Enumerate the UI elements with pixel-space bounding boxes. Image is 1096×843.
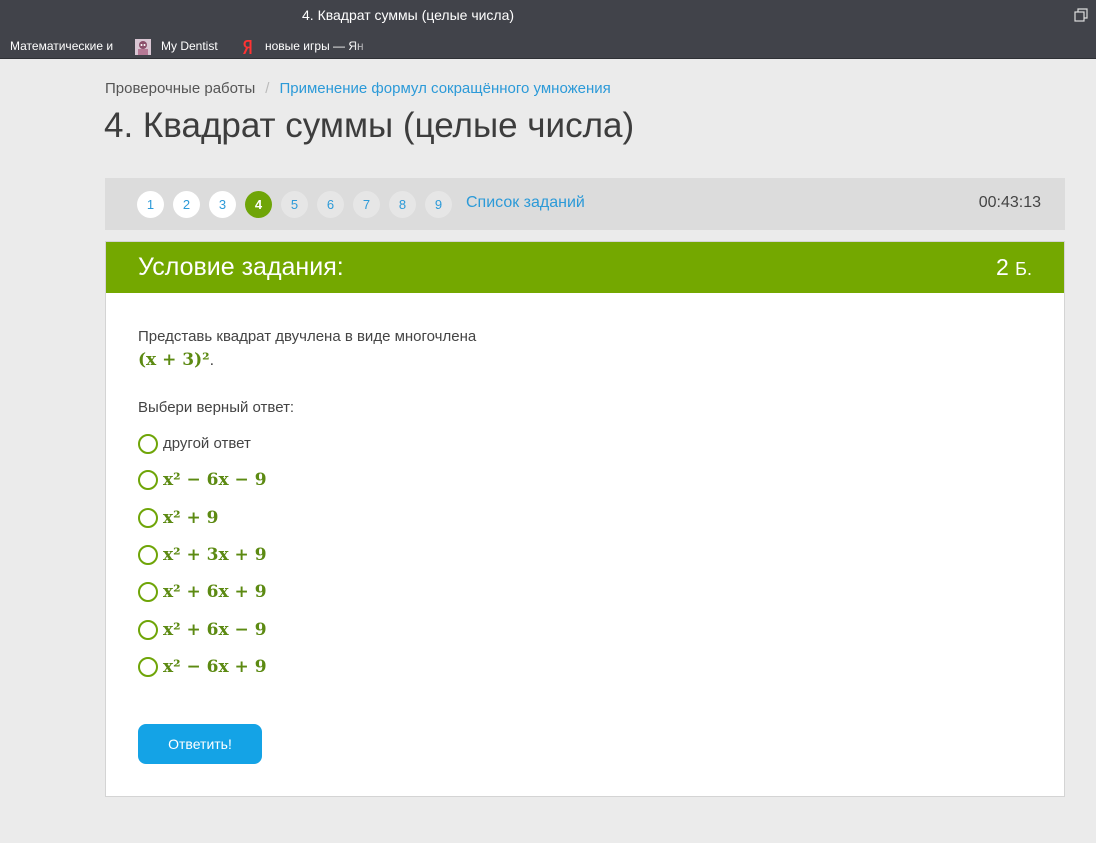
breadcrumb-separator: / xyxy=(265,80,270,97)
restore-window-icon[interactable] xyxy=(1074,8,1088,22)
option-label: x² − 6x + 9 xyxy=(163,657,267,677)
task-pill-1[interactable]: 1 xyxy=(137,191,164,218)
task-pill-4-active[interactable]: 4 xyxy=(245,191,272,218)
option-label: x² + 6x − 9 xyxy=(163,620,267,640)
bookmark-my-dentist[interactable]: My Dentist xyxy=(161,39,218,53)
window-titlebar: 4. Квадрат суммы (целые числа) xyxy=(0,0,1096,32)
radio-button[interactable] xyxy=(138,470,158,490)
points-unit: Б. xyxy=(1015,259,1032,279)
task-pill-9[interactable]: 9 xyxy=(425,191,452,218)
radio-button[interactable] xyxy=(138,508,158,528)
task-points: 2 Б. xyxy=(996,254,1032,281)
task-navigation: 1 2 3 4 5 6 7 8 9 Список заданий 00:43:1… xyxy=(105,178,1065,230)
task-pill-8[interactable]: 8 xyxy=(389,191,416,218)
task-pill-2[interactable]: 2 xyxy=(173,191,200,218)
formula-expression: (x + 3)² xyxy=(138,350,210,370)
radio-button[interactable] xyxy=(138,657,158,677)
breadcrumb-current-link[interactable]: Применение формул сокращённого умножения xyxy=(279,80,610,97)
task-card: Условие задания: 2 Б. Представь квадрат … xyxy=(105,241,1065,797)
radio-button[interactable] xyxy=(138,582,158,602)
bookmark-yandex-games[interactable]: новые игры — Ян xyxy=(265,39,375,53)
task-card-header: Условие задания: 2 Б. xyxy=(106,242,1064,293)
task-pill-6[interactable]: 6 xyxy=(317,191,344,218)
submit-answer-button[interactable]: Ответить! xyxy=(138,724,262,764)
bookmark-math[interactable]: Математические и xyxy=(10,39,148,53)
task-condition-heading: Условие задания: xyxy=(138,253,344,281)
option-label: x² + 6x + 9 xyxy=(163,582,267,602)
task-pill-5[interactable]: 5 xyxy=(281,191,308,218)
breadcrumb: Проверочные работы / Применение формул сок… xyxy=(105,80,611,97)
window-title: 4. Квадрат суммы (целые числа) xyxy=(302,7,515,23)
option-label: x² + 9 xyxy=(163,508,219,528)
task-pill-3[interactable]: 3 xyxy=(209,191,236,218)
formula-period: . xyxy=(209,352,215,369)
bookmarks-bar: Математические и My Dentist новые игры —… xyxy=(0,32,1096,59)
radio-button[interactable] xyxy=(138,434,158,454)
question-formula: (x + 3)². xyxy=(138,350,214,370)
task-pill-7[interactable]: 7 xyxy=(353,191,380,218)
avatar-icon[interactable] xyxy=(135,39,151,55)
yandex-icon[interactable] xyxy=(242,39,253,55)
breadcrumb-parent[interactable]: Проверочные работы xyxy=(105,80,255,97)
option-label: x² + 3x + 9 xyxy=(163,545,267,565)
answer-prompt: Выбери верный ответ: xyxy=(138,399,295,416)
option-label: другой ответ xyxy=(163,435,251,452)
timer: 00:43:13 xyxy=(978,194,1041,211)
question-text: Представь квадрат двучлена в виде многоч… xyxy=(138,328,477,345)
task-list-link[interactable]: Список заданий xyxy=(466,194,585,212)
option-label: x² − 6x − 9 xyxy=(163,470,267,490)
points-value: 2 xyxy=(995,254,1009,280)
radio-button[interactable] xyxy=(138,545,158,565)
page-title: 4. Квадрат суммы (целые числа) xyxy=(104,106,635,145)
radio-button[interactable] xyxy=(138,620,158,640)
